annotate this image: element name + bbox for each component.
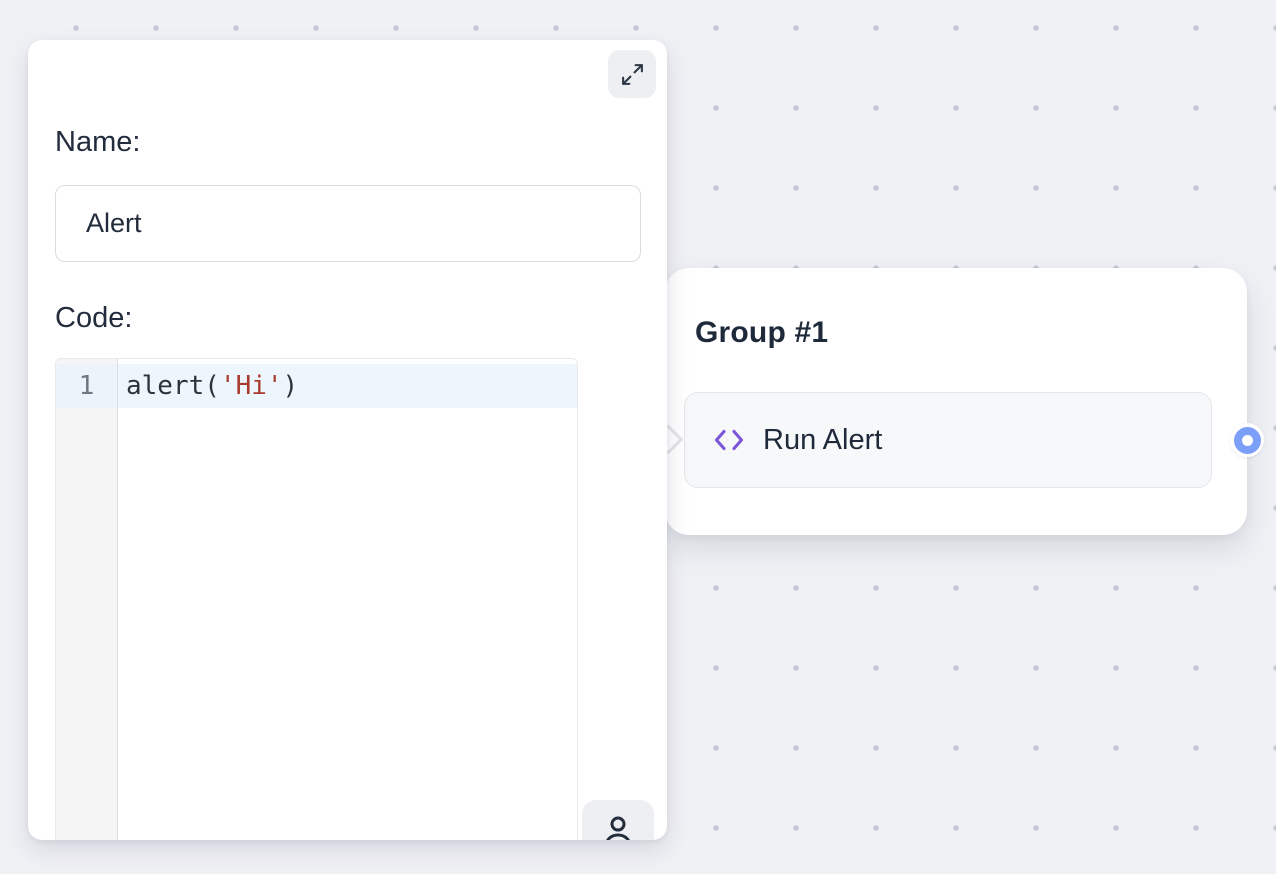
user-button[interactable] [582,800,654,840]
code-token-string: 'Hi' [220,371,283,401]
node-editor-panel: Name: Code: 1 alert('Hi') [28,40,667,840]
code-token-plain: ) [283,371,299,401]
output-handle[interactable] [1230,423,1264,457]
group-title: Group #1 [695,316,828,350]
person-icon [599,812,637,840]
node-label: Run Alert [763,424,882,457]
line-number: 1 [56,364,117,408]
flow-canvas[interactable]: Group #1 Run Alert [0,0,1276,874]
code-area[interactable]: alert('Hi') [118,359,577,840]
expand-button[interactable] [608,50,656,98]
output-handle-dot [1234,427,1261,454]
group-node-card[interactable]: Group #1 Run Alert [665,268,1247,535]
name-label: Name: [55,126,140,159]
name-input[interactable] [55,185,641,262]
expand-diagonal-icon [620,62,645,87]
node-run-alert[interactable]: Run Alert [684,392,1212,488]
code-label: Code: [55,302,132,335]
code-token-plain: alert( [126,371,220,401]
code-editor[interactable]: 1 alert('Hi') [55,358,578,840]
code-line: alert('Hi') [118,364,577,408]
code-brackets-icon [712,426,746,454]
line-number-gutter: 1 [56,359,118,840]
